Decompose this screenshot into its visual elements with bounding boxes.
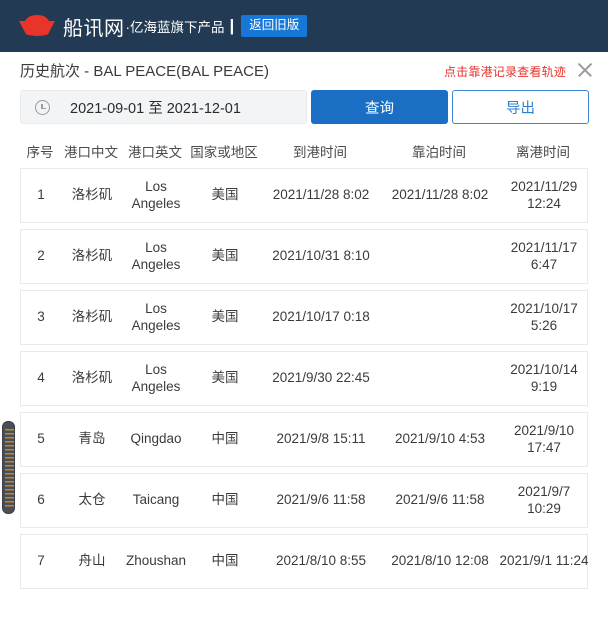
clock-icon: [35, 99, 50, 115]
cell-arrival: 2021/9/8 15:11: [276, 431, 366, 447]
cell-port-cn: 洛杉矶: [71, 370, 113, 386]
brand-subtitle: ·亿海蓝旗下产品: [125, 20, 225, 35]
export-button[interactable]: 导出: [452, 90, 589, 124]
cell-arrival: 2021/9/6 11:58: [276, 492, 366, 508]
cell-berth: 2021/8/10 12:08: [391, 553, 489, 569]
cell-departure: 2021/10/14 9:19: [510, 361, 578, 394]
cell-port-en: Taicang: [132, 492, 180, 508]
cell-departure: 2021/11/29 12:24: [510, 178, 578, 211]
cell-index: 6: [37, 492, 45, 508]
table-row[interactable]: 7 舟山 Zhoushan 中国 2021/8/10 8:55 2021/8/10 12:…: [20, 534, 589, 589]
cell-berth: 2021/9/10 4:53: [394, 431, 486, 447]
panel-title-row: 历史航次 - BAL PEACE(BAL PEACE) 点击靠港记录查看轨迹: [0, 52, 608, 87]
cell-index: 2: [37, 248, 45, 264]
cell-departure: 2021/9/10 17:47: [513, 422, 575, 455]
brand-divider: |: [229, 16, 235, 35]
table-row[interactable]: 1 洛杉矶 Los Angeles 美国 2021/11/28 8:02 2021/11/…: [20, 168, 588, 223]
column-header-port-cn: 港口中文: [64, 145, 118, 160]
cell-port-cn: 舟山: [78, 553, 106, 569]
cell-berth: 2021/9/6 11:58: [395, 492, 485, 508]
column-header-berth: 靠泊时间: [412, 145, 466, 160]
column-header-index: 序号: [26, 145, 54, 160]
table-header-row: 序号 港口中文 港口英文 国家或地区 到港时间 靠泊时间 离港时间: [0, 134, 608, 168]
cell-arrival: 2021/10/31 8:10: [272, 248, 370, 264]
cell-port-cn: 洛杉矶: [71, 309, 113, 325]
cell-country: 中国: [211, 553, 239, 569]
cell-index: 5: [37, 431, 45, 447]
close-icon[interactable]: [575, 60, 595, 80]
table-row[interactable]: 2 洛杉矶 Los Angeles 美国 2021/10/31 8:10 2021/11/…: [20, 229, 588, 284]
scrollbar-grip-lines: [5, 429, 14, 508]
column-header-departure: 离港时间: [516, 145, 570, 160]
return-old-version-button[interactable]: 返回旧版: [241, 15, 308, 37]
cell-arrival: 2021/10/17 0:18: [272, 309, 370, 325]
cell-port-en: Los Angeles: [131, 178, 181, 211]
cell-port-en: Los Angeles: [131, 361, 181, 394]
table-row[interactable]: 6 太仓 Taicang 中国 2021/9/6 11:58 2021/9/6 11:58…: [20, 473, 588, 528]
track-hint-text[interactable]: 点击靠港记录查看轨迹: [444, 63, 566, 80]
boat-logo-hull: [19, 21, 55, 36]
column-header-arrival: 到港时间: [293, 145, 347, 160]
cell-port-cn: 青岛: [78, 431, 106, 447]
cell-index: 1: [37, 187, 45, 203]
cell-country: 美国: [211, 187, 239, 203]
cell-port-cn: 太仓: [78, 492, 106, 508]
cell-country: 美国: [211, 370, 239, 386]
brand-name: 船讯网: [63, 17, 125, 40]
cell-arrival: 2021/8/10 8:55: [275, 553, 367, 569]
cell-berth: 2021/11/28 8:02: [391, 187, 489, 203]
cell-country: 美国: [211, 248, 239, 264]
cell-index: 3: [37, 309, 45, 325]
date-range-input[interactable]: 2021-09-01 至 2021-12-01: [20, 90, 307, 124]
date-range-value: 2021-09-01 至 2021-12-01: [70, 100, 241, 117]
page-title: 历史航次 - BAL PEACE(BAL PEACE): [20, 63, 269, 80]
cell-index: 7: [37, 553, 45, 569]
voyage-history-table: 序号 港口中文 港口英文 国家或地区 到港时间 靠泊时间 离港时间 1 洛杉矶 Lo…: [0, 134, 608, 619]
cell-port-en: Qingdao: [130, 431, 182, 447]
cell-port-en: Los Angeles: [131, 239, 181, 272]
cell-port-en: Zhoushan: [125, 553, 187, 569]
table-body: 1 洛杉矶 Los Angeles 美国 2021/11/28 8:02 2021/11/…: [0, 168, 608, 589]
query-button[interactable]: 查询: [311, 90, 448, 124]
cell-country: 中国: [211, 431, 239, 447]
cell-departure: 2021/9/1 11:24: [499, 553, 589, 569]
table-row[interactable]: 5 青岛 Qingdao 中国 2021/9/8 15:11 2021/9/10 4:53…: [20, 412, 588, 467]
cell-departure: 2021/11/17 6:47: [510, 239, 578, 272]
query-toolbar: 2021-09-01 至 2021-12-01 查询 导出: [0, 88, 608, 130]
boat-logo-icon: [18, 13, 56, 39]
table-row[interactable]: 3 洛杉矶 Los Angeles 美国 2021/10/17 0:18 2021/10/…: [20, 290, 588, 345]
history-voyages-panel: 船讯网 ·亿海蓝旗下产品 | 返回旧版 历史航次 - BAL PEACE(BAL…: [0, 0, 608, 619]
column-header-country: 国家或地区: [190, 145, 258, 160]
cell-country: 美国: [211, 309, 239, 325]
cell-departure: 2021/10/17 5:26: [510, 300, 578, 333]
table-row[interactable]: 4 洛杉矶 Los Angeles 美国 2021/9/30 22:45 2021/10/…: [20, 351, 588, 406]
cell-index: 4: [37, 370, 45, 386]
cell-port-cn: 洛杉矶: [71, 248, 113, 264]
vertical-scrollbar-thumb[interactable]: [2, 421, 15, 514]
cell-departure: 2021/9/7 10:29: [517, 483, 571, 516]
cell-port-en: Los Angeles: [131, 300, 181, 333]
cell-port-cn: 洛杉矶: [71, 187, 113, 203]
column-header-port-en: 港口英文: [128, 145, 182, 160]
cell-arrival: 2021/11/28 8:02: [272, 187, 370, 203]
brand-header-bar: 船讯网 ·亿海蓝旗下产品 | 返回旧版: [0, 0, 608, 52]
cell-arrival: 2021/9/30 22:45: [272, 370, 370, 386]
cell-country: 中国: [211, 492, 239, 508]
